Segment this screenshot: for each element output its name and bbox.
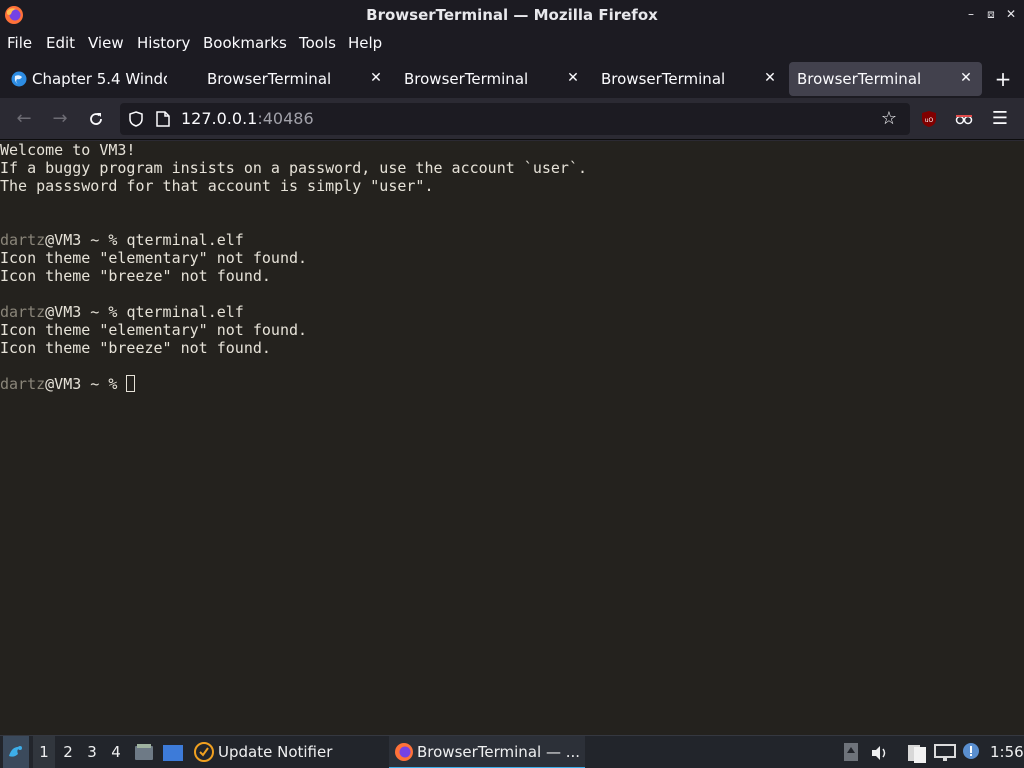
- terminal-prompt-line: dartz@VM3 ~ % qterminal.elf: [0, 303, 244, 321]
- page-icon[interactable]: [156, 111, 170, 127]
- menu-view[interactable]: View: [88, 34, 124, 52]
- ublock-origin-icon[interactable]: uO: [918, 108, 940, 130]
- url-port: :40486: [257, 109, 314, 128]
- workspace-1[interactable]: 1: [33, 736, 55, 768]
- close-window-icon[interactable]: ✕: [1003, 6, 1019, 22]
- svg-text:uO: uO: [925, 117, 934, 124]
- volume-icon[interactable]: [871, 736, 891, 768]
- file-manager-icon[interactable]: [134, 736, 154, 768]
- terminal-line: Icon theme "breeze" not found.: [0, 339, 271, 357]
- prompt-command: qterminal.elf: [126, 231, 244, 249]
- terminal-prompt-line: dartz@VM3 ~ % qterminal.elf: [0, 231, 244, 249]
- hamburger-menu-icon[interactable]: ☰: [989, 108, 1011, 130]
- prompt-host: @VM3 ~ %: [45, 231, 127, 249]
- tab-label: BrowserTerminal: [404, 70, 529, 88]
- close-tab-icon[interactable]: ✕: [368, 70, 384, 86]
- prompt-host: @VM3 ~ %: [45, 375, 127, 393]
- close-tab-icon[interactable]: ✕: [762, 70, 778, 86]
- menu-edit[interactable]: Edit: [46, 34, 75, 52]
- tab-browserterminal-active[interactable]: BrowserTerminal ✕: [789, 62, 982, 96]
- prompt-user: dartz: [0, 303, 46, 321]
- terminal-line: Welcome to VM3!: [0, 141, 136, 159]
- url-bar[interactable]: 127.0.0.1:40486: [120, 103, 910, 135]
- taskbar: 1 2 3 4 Update Notifier BrowserTerminal …: [0, 735, 1024, 768]
- extension-mask-icon[interactable]: [953, 108, 975, 130]
- tab-label: BrowserTerminal: [601, 70, 726, 88]
- prompt-user: dartz: [0, 231, 46, 249]
- minimize-icon[interactable]: –: [963, 6, 979, 22]
- terminal-line: If a buggy program insists on a password…: [0, 159, 587, 177]
- terminal-view[interactable]: Welcome to VM3! If a buggy program insis…: [0, 141, 1024, 735]
- url-text[interactable]: 127.0.0.1:40486: [181, 109, 314, 128]
- firefox-task-label: BrowserTerminal — ...: [417, 743, 581, 761]
- update-notifier-label: Update Notifier: [218, 743, 333, 761]
- update-icon: [194, 742, 214, 762]
- network-icon[interactable]: [934, 736, 956, 768]
- forward-arrow-icon[interactable]: →: [49, 108, 71, 130]
- terminal-line: Icon theme "elementary" not found.: [0, 249, 308, 267]
- window-title: BrowserTerminal — Mozilla Firefox: [366, 6, 658, 24]
- terminal-prompt-line: dartz@VM3 ~ %: [0, 375, 136, 393]
- maximize-icon[interactable]: ⧈: [983, 6, 999, 22]
- close-tab-icon[interactable]: ✕: [565, 70, 581, 86]
- menu-file[interactable]: File: [7, 34, 32, 52]
- menu-tools[interactable]: Tools: [299, 34, 336, 52]
- firefox-logo-icon: [395, 743, 413, 761]
- clock[interactable]: 1:56: [990, 736, 1024, 768]
- bookmark-star-icon[interactable]: ☆: [878, 108, 900, 130]
- globe-icon: [11, 71, 27, 87]
- terminal-line: The passsword for that account is simply…: [0, 177, 434, 195]
- tab-browserterminal-2[interactable]: BrowserTerminal ✕: [396, 62, 589, 96]
- new-tab-button[interactable]: +: [992, 68, 1014, 90]
- terminal-cursor: [126, 375, 136, 392]
- notification-icon[interactable]: [962, 736, 982, 768]
- tab-strip: Chapter 5.4 Windo BrowserTerminal ✕ Brow…: [0, 60, 1024, 98]
- menu-help[interactable]: Help: [348, 34, 382, 52]
- start-menu-button[interactable]: [3, 736, 29, 768]
- tab-browserterminal-3[interactable]: BrowserTerminal ✕: [593, 62, 786, 96]
- tab-label: BrowserTerminal: [797, 70, 922, 88]
- tab-label: BrowserTerminal: [207, 70, 332, 88]
- menu-history[interactable]: History: [137, 34, 190, 52]
- prompt-host: @VM3 ~ %: [45, 303, 127, 321]
- tab-chapter[interactable]: Chapter 5.4 Windo: [2, 62, 195, 96]
- navigation-bar: ← → 127.0.0.1:40486 ☆ uO ☰: [0, 98, 1024, 140]
- show-desktop-icon[interactable]: [163, 736, 183, 768]
- menu-bar: File Edit View History Bookmarks Tools H…: [0, 30, 1024, 60]
- update-notifier-task[interactable]: Update Notifier: [193, 736, 373, 768]
- prompt-user: dartz: [0, 375, 46, 393]
- back-arrow-icon[interactable]: ←: [13, 108, 35, 130]
- terminal-line: Icon theme "elementary" not found.: [0, 321, 308, 339]
- panel-applet-icon[interactable]: [844, 736, 860, 768]
- close-tab-icon[interactable]: ✕: [958, 70, 974, 86]
- clipboard-icon[interactable]: [906, 736, 928, 768]
- tab-label: Chapter 5.4 Windo: [32, 70, 167, 88]
- prompt-command: qterminal.elf: [126, 303, 244, 321]
- workspace-4[interactable]: 4: [105, 736, 127, 768]
- menu-bookmarks[interactable]: Bookmarks: [203, 34, 287, 52]
- workspace-3[interactable]: 3: [81, 736, 103, 768]
- firefox-task[interactable]: BrowserTerminal — ...: [389, 736, 585, 768]
- tab-browserterminal-1[interactable]: BrowserTerminal ✕: [199, 62, 392, 96]
- reload-icon[interactable]: [85, 108, 107, 130]
- url-host: 127.0.0.1: [181, 109, 258, 128]
- terminal-line: Icon theme "breeze" not found.: [0, 267, 271, 285]
- shield-icon[interactable]: [128, 111, 144, 127]
- window-titlebar[interactable]: BrowserTerminal — Mozilla Firefox – ⧈ ✕: [0, 0, 1024, 30]
- workspace-2[interactable]: 2: [57, 736, 79, 768]
